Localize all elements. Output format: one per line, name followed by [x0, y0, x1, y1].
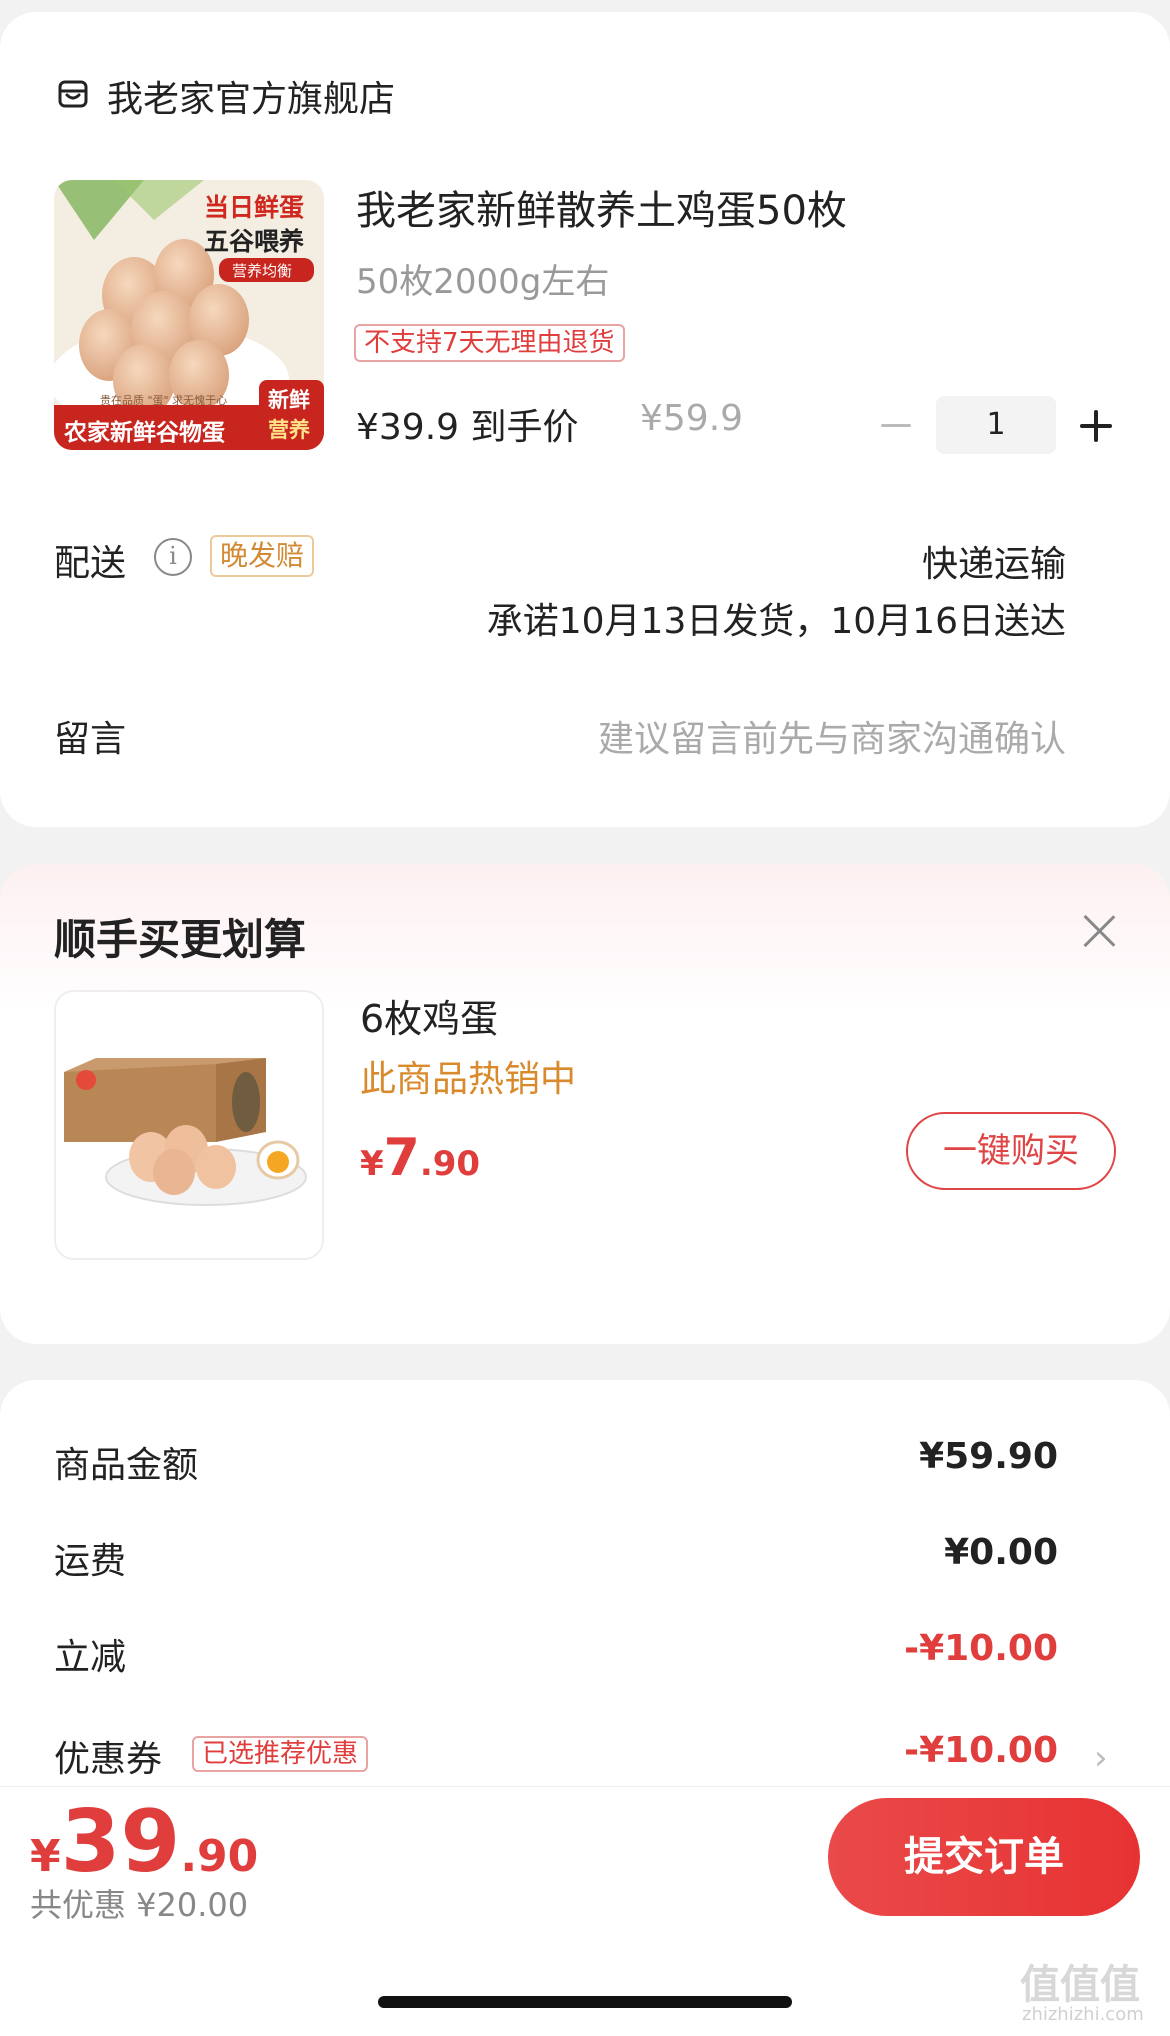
watermark-url: zhizhizhi.com [1022, 2004, 1144, 2025]
minus-icon [881, 423, 911, 427]
product-title[interactable]: 我老家新鲜散养土鸡蛋50枚 [356, 178, 847, 236]
message-label: 留言 [54, 719, 127, 760]
image-corner-line1: 新鲜 [268, 388, 310, 412]
delivery-promise: 承诺10月13日发货，10月16日送达 [486, 601, 1066, 642]
total-price: ¥39.90 [30, 1792, 258, 1892]
upsell-hot-text: 此商品热销中 [360, 1059, 577, 1100]
image-bottom-text: 农家新鲜谷物蛋 [64, 420, 225, 446]
shipping-fee-label: 运费 [54, 1541, 127, 1582]
shipping-method: 快递运输 [921, 544, 1066, 585]
original-price: ¥59.9 [640, 398, 744, 439]
decrease-quantity-button[interactable] [880, 412, 912, 438]
instant-discount-value: -¥10.00 [904, 1628, 1058, 1669]
late-compensation-tag: 晚发赔 [210, 535, 315, 577]
image-badge-line1: 当日鲜蛋 [204, 193, 305, 222]
upsell-price-currency: ¥ [360, 1144, 384, 1184]
egg-box-illustration [56, 992, 322, 1258]
upsell-product-image[interactable] [54, 990, 324, 1260]
coupon-value[interactable]: -¥10.00 [904, 1730, 1058, 1771]
increase-quantity-button[interactable] [1080, 410, 1112, 442]
no-return-tag: 不支持7天无理由退货 [354, 324, 625, 362]
total-currency: ¥ [30, 1831, 61, 1882]
store-name[interactable]: 我老家官方旗舰店 [107, 70, 395, 122]
image-badge-line3: 营养均衡 [232, 262, 293, 280]
final-price: ¥39.9 到手价 [356, 407, 579, 448]
info-icon[interactable]: i [154, 538, 192, 576]
upsell-price-dec: .90 [419, 1144, 481, 1184]
one-click-buy-button[interactable]: 一键购买 [906, 1112, 1116, 1190]
chevron-right-icon[interactable]: › [1094, 1738, 1108, 1778]
image-corner-line2: 营养 [268, 418, 310, 442]
upsell-price-int: 7 [383, 1128, 420, 1188]
image-badge-line2: 五谷喂养 [204, 227, 305, 256]
image-slogan: 贵在品质 "蛋" 求无愧于心 [100, 394, 228, 407]
coupon-label[interactable]: 优惠券 [54, 1730, 162, 1782]
goods-amount-label: 商品金额 [54, 1445, 199, 1486]
home-indicator[interactable] [378, 1996, 792, 2008]
submit-order-button[interactable]: 提交订单 [828, 1798, 1140, 1916]
upsell-item-title[interactable]: 6枚鸡蛋 [360, 988, 498, 1043]
upsell-price: ¥7.90 [360, 1128, 480, 1188]
total-int: 39 [60, 1792, 181, 1892]
quantity-input[interactable]: 1 [936, 396, 1056, 454]
message-input[interactable]: 建议留言前先与商家沟通确认 [598, 710, 1066, 762]
coupon-recommended-tag: 已选推荐优惠 [192, 1736, 369, 1772]
store-icon [58, 80, 88, 108]
total-saved: 共优惠 ¥20.00 [30, 1886, 249, 1924]
upsell-title: 顺手买更划算 [54, 915, 307, 964]
delivery-label: 配送 [54, 543, 127, 584]
close-icon[interactable] [1082, 914, 1116, 948]
total-dec: .90 [180, 1831, 259, 1882]
watermark: 值值值 [1020, 1962, 1140, 2008]
goods-amount-value: ¥59.90 [919, 1436, 1058, 1477]
product-spec[interactable]: 50枚2000g左右 [356, 254, 609, 303]
instant-discount-label: 立减 [54, 1637, 127, 1678]
shipping-fee-value: ¥0.00 [944, 1532, 1058, 1573]
egg-product-image[interactable]: 当日鲜蛋 五谷喂养 营养均衡 贵在品质 "蛋" 求无愧于心 农家新鲜谷物蛋 新鲜… [54, 180, 324, 450]
